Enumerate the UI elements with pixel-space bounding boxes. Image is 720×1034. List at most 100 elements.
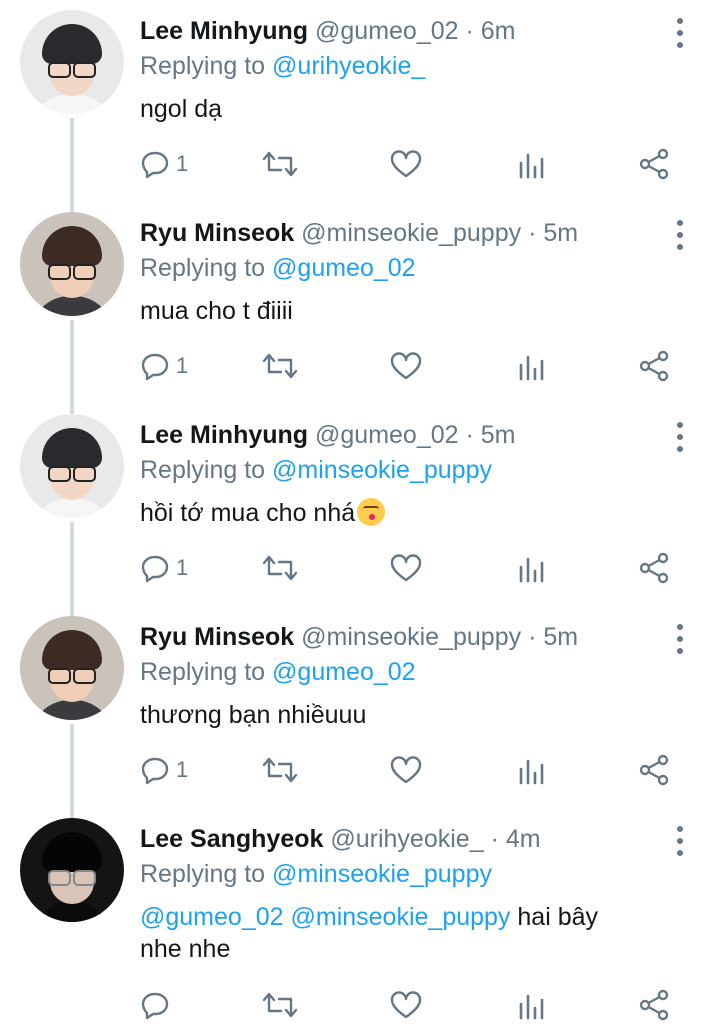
timestamp[interactable]: 6m <box>481 17 516 45</box>
tweet-actions: 1 <box>140 349 700 383</box>
tweet[interactable]: Lee Minhyung @gumeo_02 · 5m Replying to … <box>0 404 720 606</box>
reply-icon <box>141 757 169 785</box>
retweet-icon <box>262 992 298 1018</box>
mention-link[interactable]: @gumeo_02 <box>272 658 416 686</box>
share-button[interactable] <box>638 753 670 787</box>
share-button[interactable] <box>638 147 670 181</box>
retweet-button[interactable] <box>262 551 298 585</box>
like-icon <box>390 150 422 178</box>
reply-button[interactable]: 1 <box>140 551 188 585</box>
timestamp[interactable]: 4m <box>506 825 541 853</box>
mention-link[interactable]: @gumeo_02 <box>140 903 284 931</box>
analytics-button[interactable] <box>518 988 546 1022</box>
reply-button[interactable]: 1 <box>140 147 188 181</box>
handle[interactable]: @minseokie_puppy <box>301 219 521 247</box>
display-name[interactable]: Lee Minhyung <box>140 17 308 45</box>
avatar[interactable] <box>20 10 124 114</box>
retweet-icon <box>262 757 298 783</box>
avatar[interactable] <box>20 414 124 518</box>
replying-to: Replying to @gumeo_02 <box>140 658 416 686</box>
analytics-icon <box>519 153 544 179</box>
like-icon <box>390 352 422 380</box>
display-name[interactable]: Ryu Minseok <box>140 219 294 247</box>
analytics-button[interactable] <box>518 349 546 383</box>
reply-count: 1 <box>176 151 189 176</box>
mention-link[interactable]: @gumeo_02 <box>272 254 416 282</box>
share-button[interactable] <box>638 349 670 383</box>
analytics-button[interactable] <box>518 551 546 585</box>
more-options-icon[interactable] <box>676 18 684 48</box>
reply-icon <box>141 992 169 1020</box>
timestamp[interactable]: 5m <box>481 421 516 449</box>
like-button[interactable] <box>390 551 422 585</box>
display-name[interactable]: Lee Minhyung <box>140 421 308 449</box>
reply-button[interactable]: 1 <box>140 349 188 383</box>
analytics-icon <box>519 759 544 785</box>
retweet-icon <box>262 353 298 379</box>
replying-to: Replying to @gumeo_02 <box>140 254 416 282</box>
share-button[interactable] <box>638 988 670 1022</box>
more-options-icon[interactable] <box>676 422 684 452</box>
more-options-icon[interactable] <box>676 624 684 654</box>
share-icon <box>639 989 669 1021</box>
analytics-icon <box>519 355 544 381</box>
tweet-text: thương bạn nhiềuuu <box>140 701 367 729</box>
tweet[interactable]: Lee Minhyung @gumeo_02 · 6m Replying to … <box>0 0 720 202</box>
reply-button[interactable] <box>140 988 176 1022</box>
analytics-button[interactable] <box>518 147 546 181</box>
share-icon <box>639 552 669 584</box>
avatar[interactable] <box>20 616 124 720</box>
like-icon <box>390 554 422 582</box>
mention-link[interactable]: @minseokie_puppy <box>272 860 492 888</box>
share-icon <box>639 350 669 382</box>
analytics-button[interactable] <box>518 753 546 787</box>
share-icon <box>639 754 669 786</box>
like-button[interactable] <box>390 753 422 787</box>
analytics-icon <box>519 557 544 583</box>
display-name[interactable]: Ryu Minseok <box>140 623 294 651</box>
retweet-icon <box>262 151 298 177</box>
display-name[interactable]: Lee Sanghyeok <box>140 825 323 853</box>
reply-icon <box>141 353 169 381</box>
timestamp[interactable]: 5m <box>543 219 578 247</box>
mention-link[interactable]: @minseokie_puppy <box>290 903 510 931</box>
tweet-actions: 1 <box>140 551 700 585</box>
tweet-actions: 1 <box>140 753 700 787</box>
replying-to: Replying to @minseokie_puppy <box>140 456 492 484</box>
tweet[interactable]: Ryu Minseok @minseokie_puppy · 5m Replyi… <box>0 606 720 808</box>
reply-icon <box>141 151 169 179</box>
like-button[interactable] <box>390 988 422 1022</box>
replying-to: Replying to @urihyeokie_ <box>140 52 426 80</box>
handle[interactable]: @gumeo_02 <box>315 17 459 45</box>
like-icon <box>390 756 422 784</box>
mention-link[interactable]: @urihyeokie_ <box>272 52 425 80</box>
tweet-text: hồi tớ mua cho nhá <box>140 497 660 529</box>
handle[interactable]: @gumeo_02 <box>315 421 459 449</box>
like-button[interactable] <box>390 349 422 383</box>
like-button[interactable] <box>390 147 422 181</box>
reply-count: 1 <box>176 555 189 580</box>
timestamp[interactable]: 5m <box>543 623 578 651</box>
reply-count: 1 <box>176 757 189 782</box>
retweet-button[interactable] <box>262 349 298 383</box>
mention-link[interactable]: @minseokie_puppy <box>272 456 492 484</box>
tweet-text: mua cho t điiii <box>140 297 293 325</box>
retweet-button[interactable] <box>262 753 298 787</box>
analytics-icon <box>519 994 544 1020</box>
tweet-actions: 1 <box>140 147 700 181</box>
share-button[interactable] <box>638 551 670 585</box>
handle[interactable]: @urihyeokie_ <box>330 825 483 853</box>
reply-button[interactable]: 1 <box>140 753 188 787</box>
more-options-icon[interactable] <box>676 826 684 856</box>
kissing-face-emoji-icon <box>357 498 386 526</box>
tweet[interactable]: Ryu Minseok @minseokie_puppy · 5m Replyi… <box>0 202 720 404</box>
avatar[interactable] <box>20 818 124 922</box>
share-icon <box>639 148 669 180</box>
retweet-button[interactable] <box>262 147 298 181</box>
handle[interactable]: @minseokie_puppy <box>301 623 521 651</box>
tweet[interactable]: Lee Sanghyeok @urihyeokie_ · 4m Replying… <box>0 808 720 1034</box>
avatar[interactable] <box>20 212 124 316</box>
more-options-icon[interactable] <box>676 220 684 250</box>
retweet-button[interactable] <box>262 988 298 1022</box>
tweet-text: ngol dạ <box>140 95 223 123</box>
